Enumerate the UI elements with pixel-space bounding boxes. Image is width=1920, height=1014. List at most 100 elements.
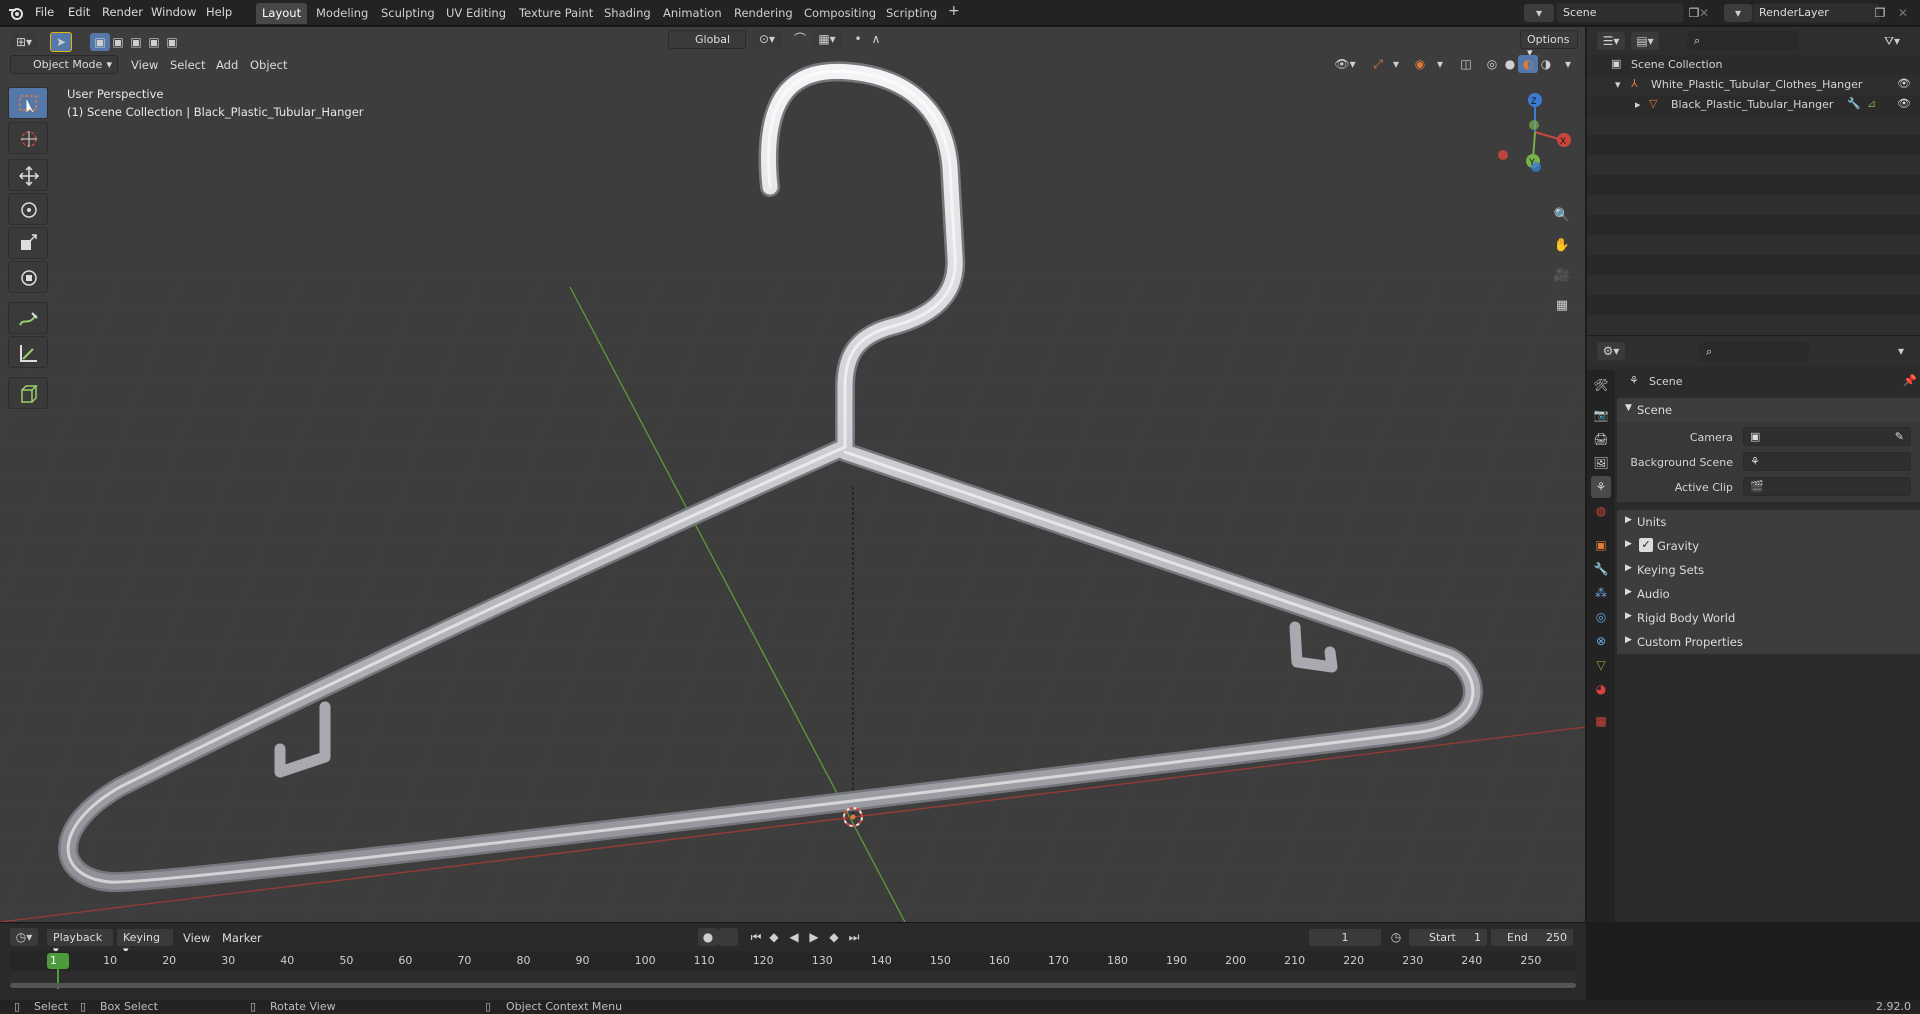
outliner-editor-type-icon[interactable]: ☰▾ [1597, 32, 1625, 50]
orientation-dropdown[interactable]: Global [668, 30, 746, 49]
outliner-row[interactable]: ▸ ▽ Black_Plastic_Tubular_Hanger 🔧 ⊿ 👁 [1587, 95, 1920, 115]
background-scene-field[interactable]: ⚘ [1743, 452, 1911, 471]
auto-key-options-icon[interactable] [718, 928, 738, 946]
camera-view-icon[interactable]: 🎥 [1552, 267, 1572, 285]
playback-dropdown[interactable]: Playback ▾ [46, 928, 114, 957]
constraints-tab-icon[interactable]: ⊗ [1591, 630, 1611, 652]
properties-search-input[interactable]: ⌕ [1699, 342, 1809, 361]
jump-end-icon[interactable]: ⏭ [844, 928, 864, 946]
perspective-toggle-icon[interactable]: ▦ [1552, 297, 1572, 315]
panel-rigid-body-header[interactable]: ▶ Rigid Body World [1617, 606, 1920, 630]
texture-tab-icon[interactable]: ▩ [1591, 710, 1611, 732]
tab-modeling[interactable]: Modeling [310, 3, 374, 24]
frame-ruler[interactable]: 1 10 20 30 40 50 60 70 80 90 100 110 120 130 140 150 160… [10, 951, 1576, 989]
timeline-menu-view[interactable]: View [183, 931, 210, 945]
scene-selector-icon[interactable]: ▾ [1524, 4, 1554, 22]
tool-move[interactable] [8, 159, 48, 191]
tool-scale[interactable] [8, 227, 48, 259]
object-tab-icon[interactable]: ▣ [1591, 534, 1611, 556]
tab-animation[interactable]: Animation [657, 3, 728, 24]
gizmo-dropdown-icon[interactable]: ▾ [1386, 55, 1406, 73]
view-layer-tab-icon[interactable]: 🖼 [1591, 452, 1611, 474]
panel-audio-header[interactable]: ▶ Audio [1617, 582, 1920, 606]
tab-texture-paint[interactable]: Texture Paint [513, 3, 599, 24]
properties-editor-type-icon[interactable]: ⚙▾ [1597, 342, 1625, 360]
outliner-search-input[interactable]: ⌕ [1687, 31, 1799, 50]
panel-scene-header[interactable]: ▼ Scene [1617, 398, 1920, 422]
panel-units-header[interactable]: ▶ Units [1617, 510, 1920, 534]
display-mode-icon[interactable]: ▤▾ [1631, 32, 1659, 50]
tool-transform[interactable] [8, 261, 48, 293]
new-renderlayer-icon[interactable]: ❐ [1870, 4, 1890, 22]
blender-logo-icon[interactable] [8, 5, 24, 21]
tool-cursor[interactable] [8, 122, 48, 154]
start-frame-field[interactable]: Start 1 [1408, 928, 1488, 947]
play-icon[interactable]: ▶ [804, 928, 824, 946]
output-tab-icon[interactable]: 🖨 [1591, 428, 1611, 450]
material-tab-icon[interactable]: ◕ [1591, 678, 1611, 700]
snap-target-icon[interactable]: ▦▾ [812, 30, 842, 48]
panel-gravity-header[interactable]: ▶ ✓ Gravity [1617, 534, 1920, 558]
tab-uv-editing[interactable]: UV Editing [440, 3, 512, 24]
snap-icon[interactable]: ⌒ [790, 30, 810, 48]
add-workspace-button[interactable]: + [942, 3, 966, 24]
menu-render[interactable]: Render [102, 5, 143, 19]
play-reverse-icon[interactable]: ◀ [784, 928, 804, 946]
expand-arrow-icon[interactable]: ▸ [1635, 98, 1641, 111]
pan-hand-icon[interactable]: ✋ [1552, 237, 1572, 255]
select-new-icon[interactable]: ▣ [90, 33, 110, 51]
select-intersect-icon[interactable]: ▣ [162, 33, 182, 51]
tab-sculpting[interactable]: Sculpting [375, 3, 441, 24]
tab-rendering[interactable]: Rendering [728, 3, 799, 24]
timeline-menu-marker[interactable]: Marker [222, 931, 262, 945]
data-tab-icon[interactable]: ▽ [1591, 654, 1611, 676]
tool-annotate[interactable] [8, 302, 48, 334]
tool-select-box[interactable] [8, 87, 48, 119]
editor-type-icon[interactable]: ⊞▾ [10, 33, 38, 51]
gizmo-toggle-icon[interactable]: ⤢ [1368, 55, 1388, 73]
viewport-menu-view[interactable]: View [131, 58, 158, 72]
shading-solid-icon[interactable]: ● [1500, 55, 1520, 73]
select-tool-icon[interactable]: ➤ [50, 32, 72, 52]
world-tab-icon[interactable]: ◍ [1591, 500, 1611, 522]
prev-keyframe-icon[interactable]: ◆ [764, 928, 784, 946]
next-keyframe-icon[interactable]: ◆ [824, 928, 844, 946]
preview-range-icon[interactable]: ◷ [1386, 928, 1406, 946]
pivot-point-icon[interactable]: ⊙▾ [752, 30, 782, 48]
delete-scene-icon[interactable]: ✕ [1694, 4, 1714, 22]
select-extend-icon[interactable]: ▣ [108, 33, 128, 51]
tool-add-cube[interactable] [8, 377, 48, 409]
timeline-editor-type-icon[interactable]: ◷▾ [10, 928, 38, 946]
shading-rendered-icon[interactable]: ◑ [1536, 55, 1556, 73]
filter-icon[interactable]: ⛛▾ [1877, 32, 1907, 50]
shading-dropdown-icon[interactable]: ▾ [1558, 55, 1578, 73]
modifier-tab-icon[interactable]: 🔧 [1591, 558, 1611, 580]
shading-wireframe-icon[interactable]: ◎ [1482, 55, 1502, 73]
navigation-gizmo[interactable]: Z X Y [1490, 87, 1580, 177]
keying-dropdown[interactable]: Keying ▾ [116, 928, 174, 957]
scene-name-field[interactable]: Scene [1556, 3, 1684, 23]
overlay-dropdown-icon[interactable]: ▾ [1430, 55, 1450, 73]
jump-start-icon[interactable]: ⏮ [746, 928, 766, 946]
select-subtract-icon[interactable]: ▣ [126, 33, 146, 51]
shading-material-icon[interactable]: ◐ [1518, 55, 1538, 73]
tab-scripting[interactable]: Scripting [880, 3, 943, 24]
outliner-row[interactable]: ▾ ⅄ White_Plastic_Tubular_Clothes_Hanger… [1587, 75, 1920, 95]
tool-rotate[interactable] [8, 193, 48, 225]
outliner-row[interactable]: ▣ Scene Collection [1587, 55, 1920, 75]
tab-compositing[interactable]: Compositing [798, 3, 882, 24]
menu-window[interactable]: Window [151, 5, 196, 19]
scene-tab-icon[interactable]: ⚘ [1591, 476, 1611, 498]
vertex-group-icon[interactable]: ⊿ [1867, 97, 1876, 110]
render-tab-icon[interactable]: 📷 [1591, 404, 1611, 426]
record-icon[interactable]: ● [698, 928, 718, 946]
proportional-edit-icon[interactable]: • [848, 30, 868, 48]
tool-tab-icon[interactable]: 🛠 [1591, 374, 1611, 396]
falloff-icon[interactable]: ∧ [866, 30, 886, 48]
visibility-icon[interactable]: 👁▾ [1330, 55, 1360, 73]
renderlayer-selector-icon[interactable]: ▾ [1724, 4, 1752, 22]
menu-edit[interactable]: Edit [68, 5, 90, 19]
xray-icon[interactable]: ◫ [1456, 55, 1476, 73]
viewport-menu-add[interactable]: Add [216, 58, 238, 72]
timeline-scrollbar[interactable] [10, 983, 1576, 988]
